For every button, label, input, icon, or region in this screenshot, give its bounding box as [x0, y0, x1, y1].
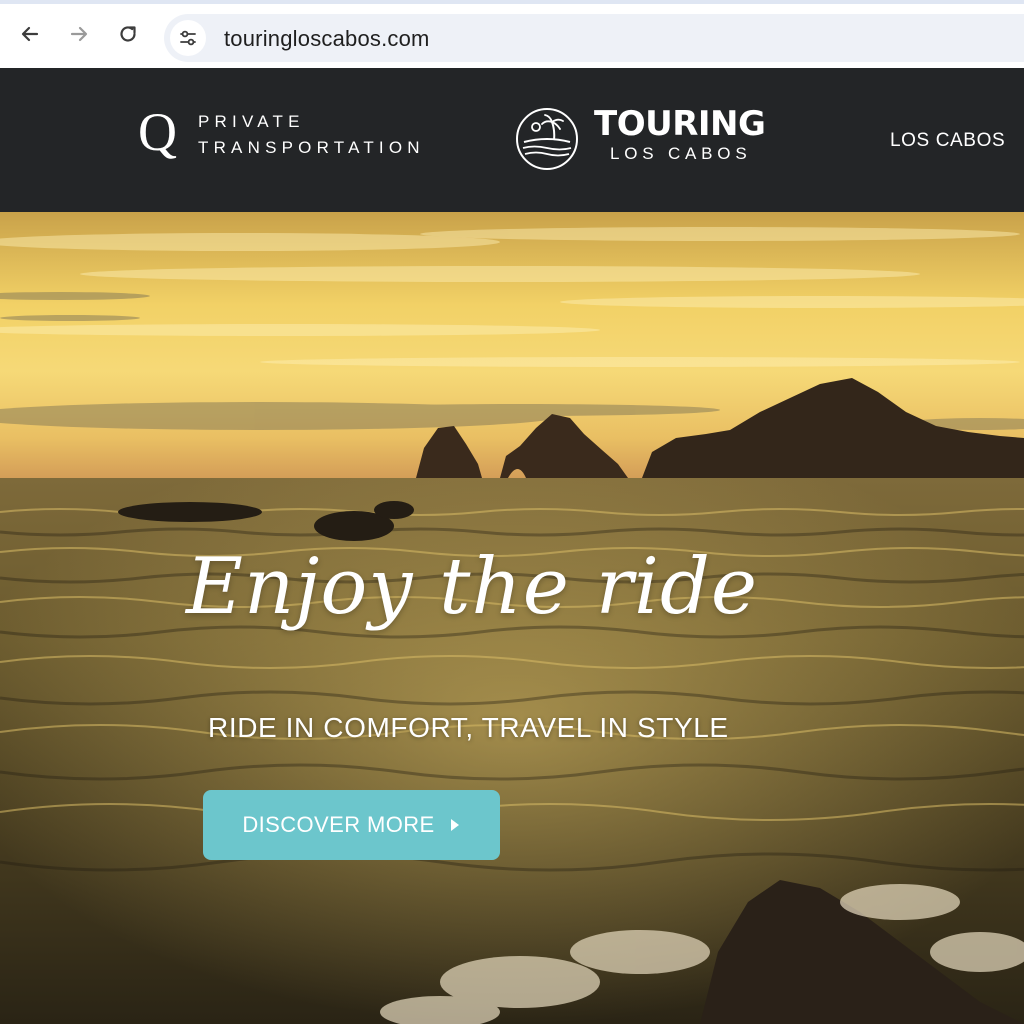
site-header: Q PRIVATE TRANSPORTATION TOURING LOS CAB…	[0, 68, 1024, 212]
hero-script-heading: Enjoy the ride	[186, 542, 759, 632]
q-logo-letter: Q	[138, 102, 177, 162]
forward-arrow-icon	[70, 26, 88, 42]
tune-icon	[180, 30, 196, 46]
site-info-button[interactable]	[170, 20, 206, 56]
reload-icon	[120, 26, 136, 42]
reload-button[interactable]	[112, 18, 144, 50]
hero-tagline: RIDE IN COMFORT, TRAVEL IN STYLE	[208, 712, 729, 743]
touring-title: TOURING	[594, 104, 766, 144]
url-text[interactable]: touringloscabos.com	[224, 26, 430, 52]
hero-section: Enjoy the ride RIDE IN COMFORT, TRAVEL I…	[0, 212, 1024, 1024]
q-private-transportation-logo[interactable]: Q PRIVATE TRANSPORTATION	[138, 102, 438, 174]
discover-more-label: DISCOVER MORE	[242, 812, 435, 837]
q-logo-line2: TRANSPORTATION	[198, 138, 425, 157]
back-arrow-icon	[21, 26, 39, 42]
palm-sunset-emblem-icon	[516, 108, 578, 170]
q-logo-line1: PRIVATE	[198, 112, 305, 131]
forward-button[interactable]	[63, 18, 95, 50]
nav-link-los-cabos[interactable]: LOS CABOS	[890, 130, 1005, 152]
browser-toolbar: touringloscabos.com	[0, 0, 1024, 68]
play-triangle-icon	[450, 819, 459, 831]
touring-subtitle: LOS CABOS	[610, 144, 752, 163]
discover-more-button[interactable]: DISCOVER MORE	[203, 790, 500, 860]
back-button[interactable]	[14, 18, 46, 50]
address-bar[interactable]: touringloscabos.com	[164, 14, 1024, 62]
touring-los-cabos-logo[interactable]: TOURING LOS CABOS	[514, 104, 784, 172]
